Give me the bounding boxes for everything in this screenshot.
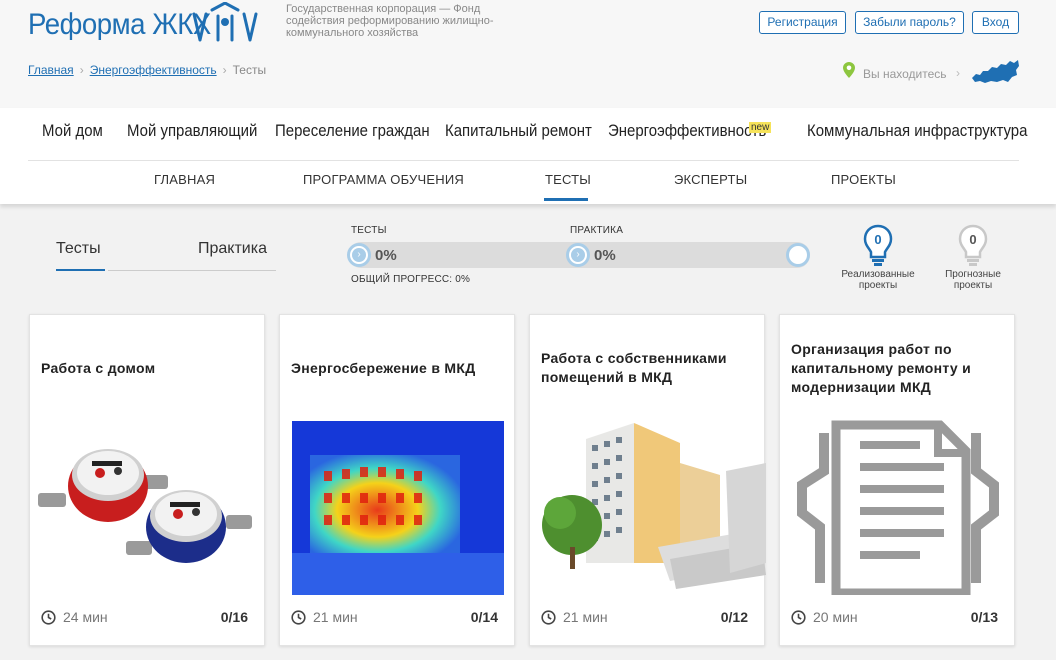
water-meters-image	[38, 449, 252, 563]
clock-icon	[291, 610, 306, 625]
thermal-building-image	[292, 421, 504, 595]
forecast-projects-count: 0	[969, 232, 977, 247]
subnav-item-training-program[interactable]: ПРОГРАММА ОБУЧЕНИЯ	[303, 172, 464, 187]
navigation: Мой дом Мой управляющий Переселение граж…	[0, 108, 1056, 204]
subnav-active-indicator	[544, 198, 588, 201]
test-card-energy-saving[interactable]: Энергосбережение в МКД 21 мин 0/14	[279, 314, 515, 646]
implemented-projects-label: Реализованные проекты	[836, 269, 920, 291]
practice-progress-label: ПРАКТИКА	[570, 225, 624, 236]
total-progress-label: ОБЩИЙ ПРОГРЕСС: 0%	[351, 274, 471, 285]
login-button[interactable]: Вход	[972, 11, 1019, 34]
nav-item-communal-infrastructure[interactable]: Коммунальная инфраструктура	[807, 121, 1027, 141]
progress-end-marker	[786, 243, 810, 267]
chevron-right-icon: ›	[352, 248, 366, 262]
card-duration-text: 20 мин	[813, 609, 858, 625]
main-nav: Мой дом Мой управляющий Переселение граж…	[28, 108, 1027, 161]
practice-progress-value: 0%	[594, 247, 616, 264]
breadcrumb-chevron-icon: ›	[79, 63, 84, 77]
tests-progress-label: ТЕСТЫ	[351, 225, 387, 236]
test-card-owners-work[interactable]: Работа с собственниками помещений в МКД …	[529, 314, 766, 646]
implemented-projects-count: 0	[874, 232, 882, 247]
card-title: Работа с собственниками помещений в МКД	[541, 350, 727, 385]
card-question-count: 0/13	[970, 609, 998, 625]
location-label: Вы находитесь	[863, 67, 947, 81]
building-documents-image	[542, 423, 766, 589]
clock-icon	[41, 610, 56, 625]
card-title: Энергосбережение в МКД	[291, 360, 476, 376]
register-button[interactable]: Регистрация	[759, 11, 846, 34]
tab-divider	[108, 270, 276, 271]
breadcrumb-section-link[interactable]: Энергоэффективность	[90, 63, 217, 77]
test-card-house-work[interactable]: Работа с домом 24 мин 0/16	[29, 314, 265, 646]
document-gear-icon	[797, 420, 999, 595]
nav-item-energy-efficiency[interactable]: Энергоэффективность	[608, 121, 766, 141]
nav-item-resettlement[interactable]: Переселение граждан	[275, 121, 430, 141]
breadcrumb-chevron-icon: ›	[222, 63, 227, 77]
new-badge: new	[749, 122, 772, 133]
card-title: Организация работ по капитальному ремонт…	[791, 341, 972, 395]
site-logo-text[interactable]: Реформа ЖКХ	[28, 8, 211, 42]
practice-progress-marker: ›	[566, 243, 590, 267]
breadcrumb-home-link[interactable]: Главная	[28, 63, 74, 77]
forecast-projects-label: Прогнозные проекты	[931, 269, 1015, 291]
tab-active-indicator	[56, 269, 105, 271]
clock-icon	[541, 610, 556, 625]
russia-map-icon[interactable]	[970, 56, 1020, 86]
chevron-right-icon: ›	[571, 248, 585, 262]
breadcrumb-current: Тесты	[232, 63, 267, 77]
tests-progress-marker: ›	[347, 243, 371, 267]
subnav-item-experts[interactable]: ЭКСПЕРТЫ	[674, 172, 747, 187]
card-duration-text: 21 мин	[313, 609, 358, 625]
chevron-right-icon: ›	[956, 66, 960, 80]
map-pin-icon	[843, 62, 855, 78]
nav-item-capital-repair[interactable]: Капитальный ремонт	[445, 121, 592, 141]
tab-practice[interactable]: Практика	[198, 240, 267, 258]
card-question-count: 0/16	[220, 609, 248, 625]
card-question-count: 0/14	[470, 609, 498, 625]
implemented-projects-label-line: Реализованные	[841, 269, 915, 280]
site-header: Реформа ЖКХ Государственная корпорация —…	[0, 0, 1056, 108]
card-duration-text: 21 мин	[563, 609, 608, 625]
subnav-item-tests[interactable]: ТЕСТЫ	[545, 172, 591, 187]
breadcrumb: Главная › Энергоэффективность › Тесты	[28, 63, 266, 77]
tests-progress-value: 0%	[375, 247, 397, 264]
tab-tests[interactable]: Тесты	[56, 240, 101, 258]
forgot-password-button[interactable]: Забыли пароль?	[855, 11, 964, 34]
test-card-capital-repair[interactable]: Организация работ по капитальному ремонт…	[779, 314, 1015, 646]
nav-item-my-manager[interactable]: Мой управляющий	[127, 121, 257, 141]
org-name: Государственная корпорация — Фонд содейс…	[286, 3, 494, 39]
subnav-item-main[interactable]: ГЛАВНАЯ	[154, 172, 215, 187]
subnav-item-projects[interactable]: ПРОЕКТЫ	[831, 172, 896, 187]
forecast-projects-label-line: проекты	[953, 280, 993, 291]
logo-houses-icon[interactable]	[190, 2, 260, 42]
nav-item-my-house[interactable]: Мой дом	[42, 121, 103, 141]
implemented-projects-label-line: проекты	[858, 280, 898, 291]
forecast-projects-label-line: Прогнозные	[945, 269, 1001, 280]
card-title: Работа с домом	[41, 360, 156, 376]
card-duration-text: 24 мин	[63, 609, 108, 625]
card-question-count: 0/12	[720, 609, 748, 625]
clock-icon	[791, 610, 806, 625]
